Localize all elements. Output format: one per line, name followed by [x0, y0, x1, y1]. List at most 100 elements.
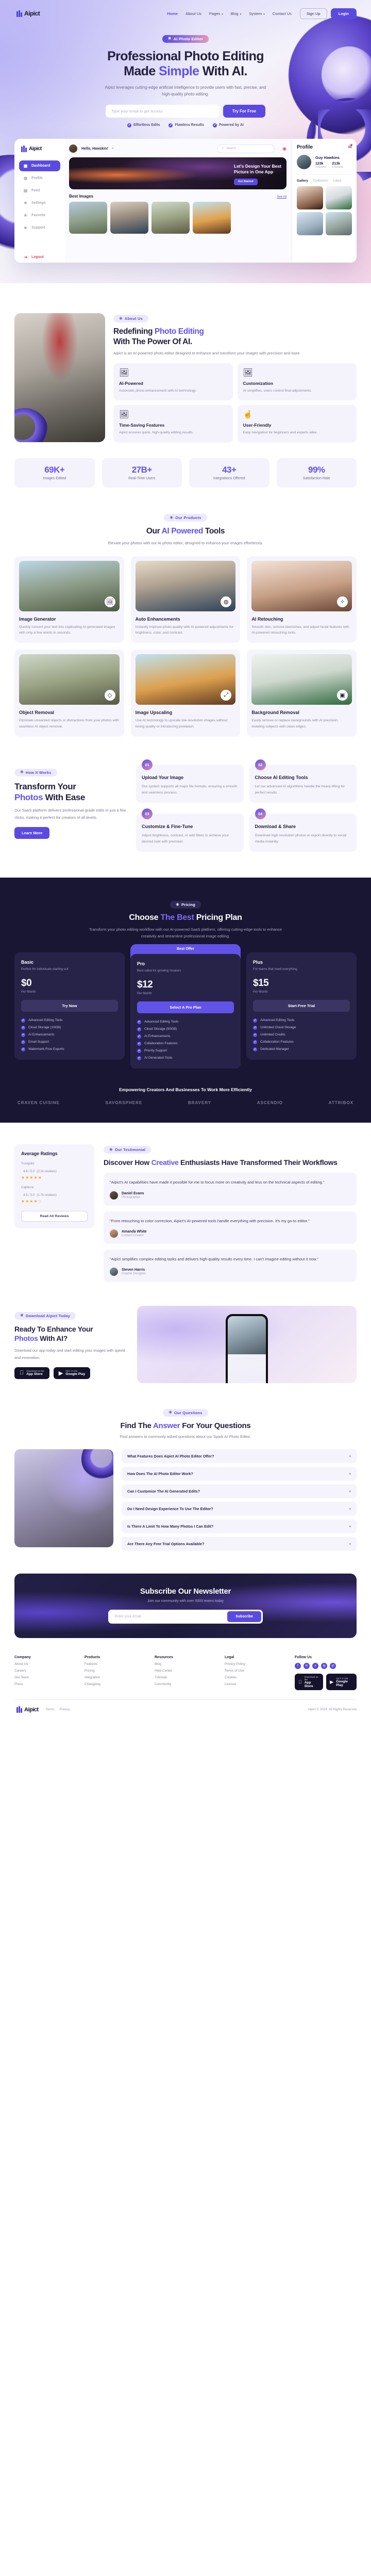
tool-card[interactable]: ✧ AI Retouching Smooth skin, remove blem… — [247, 556, 357, 643]
sidebar-item-dashboard[interactable]: ▦ Dashboard — [19, 160, 60, 171]
step-number: 02 — [255, 759, 266, 771]
phone-screenshot — [228, 1316, 266, 1354]
read-all-reviews-button[interactable]: Read All Reviews — [21, 1210, 88, 1222]
list-item[interactable] — [297, 212, 323, 235]
list-item[interactable] — [110, 201, 148, 234]
footer-link[interactable]: Changelog — [85, 1682, 144, 1686]
footer-link[interactable]: About Us — [14, 1662, 74, 1666]
footer-link[interactable]: Blog — [155, 1662, 214, 1666]
check-icon: ✔ — [127, 123, 132, 127]
see-all-link[interactable]: See All — [277, 196, 286, 199]
promo-get-started-button[interactable]: Get Started — [234, 178, 258, 185]
login-button[interactable]: Login — [330, 8, 357, 19]
tab-gallery[interactable]: Gallery — [297, 179, 308, 183]
tool-card[interactable]: ◇ Object Removal Eliminate unwanted obje… — [14, 650, 124, 737]
plan-cta-button[interactable]: Try Now — [21, 999, 118, 1012]
footer-link[interactable]: Our Team — [14, 1676, 74, 1679]
google-play-button[interactable]: ▶ GET IT ON Google Play — [53, 1367, 91, 1379]
list-item[interactable] — [69, 201, 107, 234]
footer-link[interactable]: Terms of Use — [225, 1669, 284, 1673]
footer-link[interactable]: Tutorials — [155, 1676, 214, 1679]
footer-privacy-link[interactable]: Privacy — [59, 1708, 70, 1711]
tab-collection[interactable]: Collection — [313, 179, 328, 183]
plan-cta-button[interactable]: Select A Pro Plan — [137, 1001, 234, 1013]
list-item[interactable] — [326, 212, 352, 235]
tool-card[interactable]: 🖼 Image Generator Quickly convert your t… — [14, 556, 124, 643]
footer-link[interactable]: Pricing — [85, 1669, 144, 1673]
notification-bell-icon[interactable]: ◉ — [282, 146, 286, 152]
how-title-a: Transform Your — [14, 781, 76, 791]
feature-card-text: AI simplifies, users control final adjus… — [243, 388, 312, 393]
learn-more-button[interactable]: Learn More — [14, 827, 50, 839]
footer-app-store-button[interactable]:  Download on theApp Store — [295, 1674, 324, 1691]
plan-feature: ✔ Advanced Editing Tools — [21, 1018, 118, 1023]
footer-terms-link[interactable]: Terms — [46, 1708, 55, 1711]
nav-item-system[interactable]: System ▾ — [249, 11, 265, 16]
messages-icon[interactable]: ✉ — [348, 143, 352, 150]
youtube-icon[interactable]: yt — [330, 1663, 336, 1670]
nav-item-about-us[interactable]: About Us — [185, 11, 201, 16]
nav-item-home[interactable]: Home — [167, 11, 178, 16]
footer-link[interactable]: Community — [155, 1682, 214, 1686]
sparkle-icon: ✳ — [109, 1147, 113, 1152]
footer-link[interactable]: Press — [14, 1682, 74, 1686]
twitter-x-icon[interactable]: x — [312, 1663, 318, 1670]
facebook-icon[interactable]: f — [295, 1663, 301, 1670]
site-footer: Company About Us Careers Our Team Press … — [0, 1656, 371, 1721]
pricing-section: ✳ Pricing Choose The Best Pricing Plan T… — [0, 877, 371, 1123]
try-for-free-button[interactable]: Try For Free — [223, 104, 265, 118]
sidebar-item-feed[interactable]: ▤ Feed — [19, 185, 60, 196]
faq-item[interactable]: Do I Need Design Experience To Use The E… — [122, 1502, 357, 1516]
footer-link[interactable]: Features — [85, 1662, 144, 1666]
how-description: Our SaaS platform delivers professional-… — [14, 808, 126, 820]
signup-button[interactable]: Sign Up — [299, 8, 327, 19]
sidebar-item-support[interactable]: ☻ Support — [19, 222, 60, 233]
faq-item[interactable]: How Does The AI Photo Editor Work? ▾ — [122, 1467, 357, 1481]
site-logo[interactable]: Aipict — [14, 10, 40, 17]
footer-link[interactable]: Help Center — [155, 1669, 214, 1673]
footer-link[interactable]: Privacy Policy — [225, 1662, 284, 1666]
newsletter-email-input[interactable] — [110, 1611, 228, 1623]
tool-card[interactable]: ◍ Auto Enhancements Instantly improve ph… — [130, 556, 241, 643]
sparkle-icon: ✳ — [167, 36, 172, 41]
chevron-down-icon: ▾ — [349, 1489, 351, 1494]
sidebar-item-settings[interactable]: ✷ Settings — [19, 198, 60, 208]
footer-link[interactable]: Careers — [14, 1669, 74, 1673]
faq-item[interactable]: Is There A Limit To How Many Photos I Ca… — [122, 1519, 357, 1534]
chevron-down-icon[interactable]: ▾ — [112, 147, 114, 150]
hero-email-input[interactable] — [106, 104, 220, 118]
instagram-icon[interactable]: ig — [321, 1663, 327, 1670]
newsletter-subscribe-button[interactable]: Subscribe — [227, 1611, 261, 1623]
linkedin-icon[interactable]: in — [303, 1663, 310, 1670]
footer-link[interactable]: Cookies — [225, 1676, 284, 1679]
sidebar-item-favorite[interactable]: ★ Favorite — [19, 210, 60, 221]
sidebar-item-logout[interactable]: ⇥ Logout — [19, 252, 60, 263]
plan-name: Pro — [137, 961, 145, 966]
footer-link[interactable]: Integration — [85, 1676, 144, 1679]
faq-item[interactable]: What Features Does Aipict AI Photo Edito… — [122, 1449, 357, 1464]
tool-text: Instantly improve photo quality with AI-… — [135, 625, 234, 635]
footer-google-play-button[interactable]: ▶ GET IT ON Google Play — [326, 1674, 357, 1691]
dashboard-search[interactable]: ⌕ Search — [217, 144, 275, 153]
nav-item-contact-us[interactable]: Contact Us — [273, 11, 292, 16]
list-item[interactable] — [326, 186, 352, 209]
list-item[interactable] — [193, 201, 231, 234]
list-item[interactable] — [151, 201, 190, 234]
check-icon: ✔ — [21, 1025, 25, 1030]
profile-user-name: Guy Hawkins — [315, 155, 340, 160]
plan-cta-button[interactable]: Start Free Trial — [253, 999, 350, 1012]
nav-item-blog[interactable]: Blog ▾ — [231, 11, 242, 16]
list-item[interactable] — [297, 186, 323, 209]
footer-logo[interactable]: Aipict — [14, 1706, 39, 1713]
nav-item-pages[interactable]: Pages ▾ — [209, 11, 223, 16]
tab-liked[interactable]: Liked — [333, 179, 342, 183]
app-store-button[interactable]:  Download on theApp Store — [14, 1367, 49, 1379]
faq-item[interactable]: Are There Any Free Trial Options Availab… — [122, 1537, 357, 1551]
sidebar-item-profile[interactable]: ◍ Profile — [19, 173, 60, 184]
footer-link[interactable]: License — [225, 1682, 284, 1686]
tool-card[interactable]: ⤢ Image Upscaling Use AI technology to u… — [130, 650, 241, 737]
faq-item[interactable]: Can I Customize The AI Generated Edits? ▾ — [122, 1484, 357, 1499]
plan-name: Plus — [253, 959, 263, 965]
tool-image: ◍ — [135, 560, 236, 611]
tool-card[interactable]: ▣ Background Removal Easily remove or re… — [247, 650, 357, 737]
